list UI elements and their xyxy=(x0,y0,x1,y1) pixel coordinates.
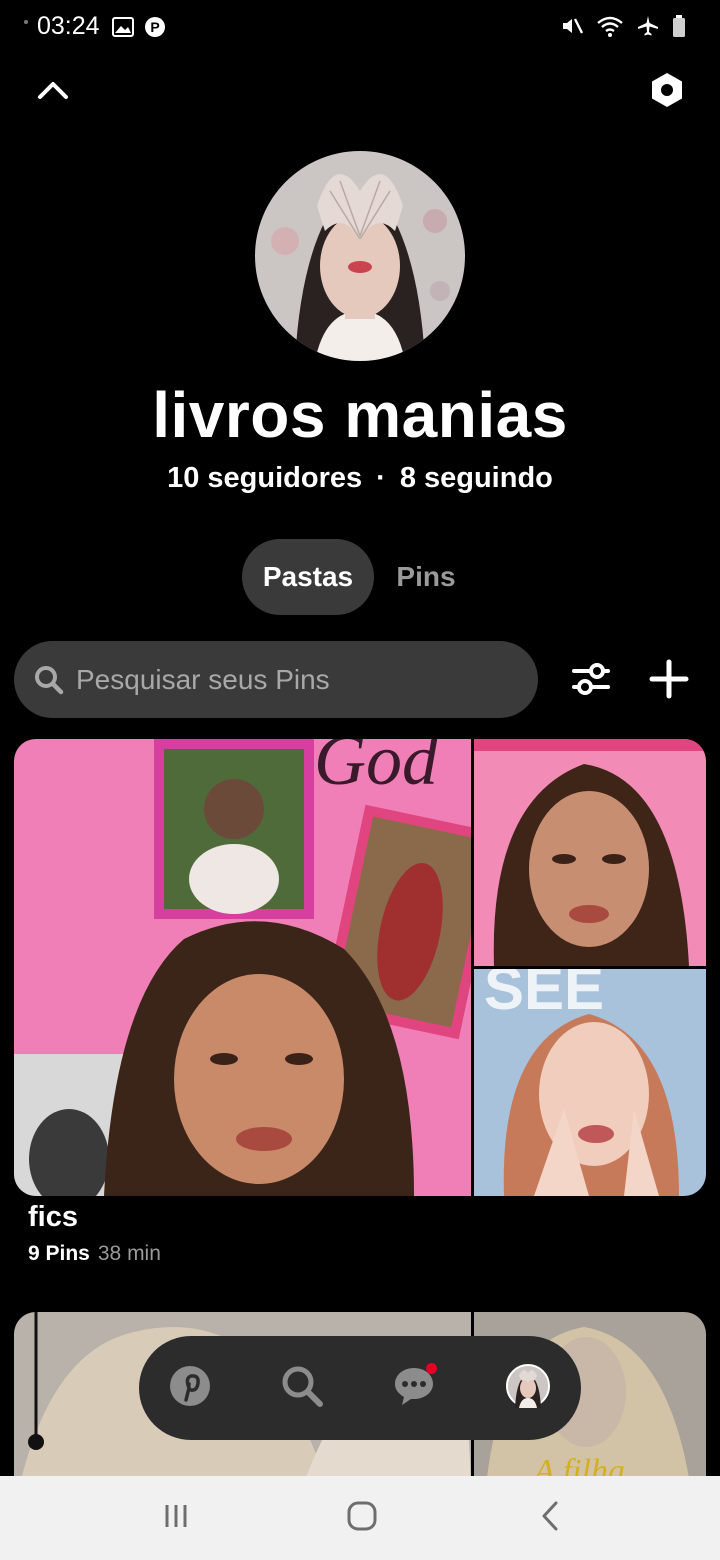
bottom-nav xyxy=(139,1336,581,1440)
back-icon xyxy=(539,1500,561,1537)
board-title: fics xyxy=(28,1201,78,1233)
avatar-photo xyxy=(255,151,465,361)
nav-profile[interactable] xyxy=(503,1363,553,1413)
pinterest-home-icon xyxy=(168,1364,212,1413)
filter-sliders-icon xyxy=(568,663,614,706)
recent-apps-button[interactable] xyxy=(156,1498,196,1538)
svg-text:SEE: SEE xyxy=(484,969,604,1022)
nav-messages[interactable] xyxy=(389,1363,439,1413)
recent-apps-icon xyxy=(161,1502,191,1535)
chevron-up-icon xyxy=(37,79,69,106)
search-icon xyxy=(34,665,64,700)
board-card[interactable]: God SEE fics 9 Pins 38 min xyxy=(14,739,706,1279)
board-updated-time: 38 min xyxy=(97,1242,161,1265)
followers-count[interactable]: 10 seguidores xyxy=(167,462,362,494)
status-dot xyxy=(24,20,28,24)
image-icon xyxy=(112,16,134,43)
plus-icon xyxy=(646,659,692,706)
profile-tabs: Pastas Pins xyxy=(0,539,720,615)
nav-search[interactable] xyxy=(277,1363,327,1413)
tab-pastas[interactable]: Pastas xyxy=(242,539,374,615)
board-cover-top-image xyxy=(474,739,706,966)
search-input[interactable] xyxy=(76,641,516,718)
profile-stats: 10 seguidores · 8 seguindo xyxy=(0,462,720,495)
mute-icon xyxy=(560,14,584,43)
settings-button[interactable] xyxy=(645,70,689,114)
board-cover-bottom-image: SEE xyxy=(474,969,706,1196)
svg-text:P: P xyxy=(150,19,159,35)
svg-text:God: God xyxy=(314,739,439,800)
home-icon xyxy=(346,1500,378,1537)
board-pin-count: 9 Pins xyxy=(28,1242,90,1265)
profile-screen: 03:24 P livros manias 10 seguidores · 8 … xyxy=(0,0,720,1560)
filter-button[interactable] xyxy=(568,656,614,702)
status-bar: 03:24 P xyxy=(0,0,720,56)
board-cover[interactable]: God SEE xyxy=(14,739,706,1196)
tab-pins[interactable]: Pins xyxy=(384,539,468,615)
board-cover-main-image: God xyxy=(14,739,471,1196)
battery-icon xyxy=(672,14,686,43)
pinterest-icon: P xyxy=(144,16,166,43)
following-count[interactable]: 8 seguindo xyxy=(400,462,553,494)
board-meta: 9 Pins 38 min xyxy=(28,1242,161,1266)
settings-hex-icon xyxy=(650,72,684,113)
notification-dot xyxy=(426,1363,437,1374)
home-button[interactable] xyxy=(342,1498,382,1538)
search-bar[interactable] xyxy=(14,641,538,718)
collapse-button[interactable] xyxy=(31,70,75,114)
system-nav-bar xyxy=(0,1476,720,1560)
svg-text:A filha: A filha xyxy=(532,1453,625,1476)
nav-home[interactable] xyxy=(165,1363,215,1413)
add-button[interactable] xyxy=(646,656,692,702)
profile-avatar-large[interactable] xyxy=(255,151,465,361)
back-button[interactable] xyxy=(530,1498,570,1538)
airplane-icon xyxy=(636,14,660,43)
status-time: 03:24 xyxy=(37,12,100,40)
wifi-icon xyxy=(596,14,624,43)
search-icon xyxy=(280,1364,324,1413)
profile-name: livros manias xyxy=(152,379,568,451)
profile-avatar xyxy=(506,1363,550,1413)
stats-separator: · xyxy=(376,462,386,494)
